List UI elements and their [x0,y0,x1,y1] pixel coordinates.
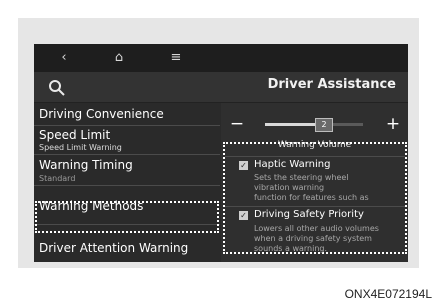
divider [225,206,405,207]
sidebar-item-label: Driver Attention Warning [39,241,189,255]
sidebar-item-speed-limit[interactable]: Speed Limit Speed Limit Warning [34,126,220,155]
sidebar-item-driver-attention-warning[interactable]: Driver Attention Warning [34,233,220,262]
volume-slider-thumb[interactable]: 2 [315,118,333,132]
driving-safety-priority-desc-line1: Lowers all other audio volumes [254,224,379,233]
sidebar-item-label: Speed Limit [39,128,111,142]
driving-safety-priority-checkbox[interactable]: ✓ [239,211,248,220]
back-icon[interactable]: ‹ [52,46,76,70]
sidebar-item-sub: Standard [39,174,76,183]
search-icon[interactable] [48,79,66,97]
menu-icon[interactable]: ≡ [164,46,188,70]
volume-up-button[interactable]: + [383,114,403,134]
settings-panel: − 2 + Warning Volume ✓ Haptic Warning Se… [221,103,408,262]
nav-bar: ‹ ⌂ ≡ [34,44,408,72]
header-bar: Driver Assistance [34,72,408,103]
sidebar-item-label: Driving Convenience [39,107,164,121]
sidebar-item-sub: Speed Limit Warning [39,143,122,152]
volume-slider[interactable]: 2 [265,118,363,132]
infotainment-screen: ‹ ⌂ ≡ Driver Assistance Driving Convenie… [34,44,408,262]
page-title: Driver Assistance [267,77,396,92]
driving-safety-priority-title: Driving Safety Priority [254,209,364,220]
sidebar-item-label: Warning Timing [39,158,133,172]
sidebar-item-warning-timing[interactable]: Warning Timing Standard [34,155,220,186]
figure-code: ONX4E072194L [344,287,432,301]
sidebar-item-driving-convenience[interactable]: Driving Convenience [34,103,220,126]
volume-down-button[interactable]: − [227,114,247,134]
home-icon[interactable]: ⌂ [107,46,131,70]
selection-highlight [35,201,219,233]
driving-safety-priority-desc-line3: sounds a warning. [254,244,328,253]
sidebar: Driving Convenience Speed Limit Speed Li… [34,103,220,262]
driving-safety-priority-desc-line2: when a driving safety system [254,234,372,243]
